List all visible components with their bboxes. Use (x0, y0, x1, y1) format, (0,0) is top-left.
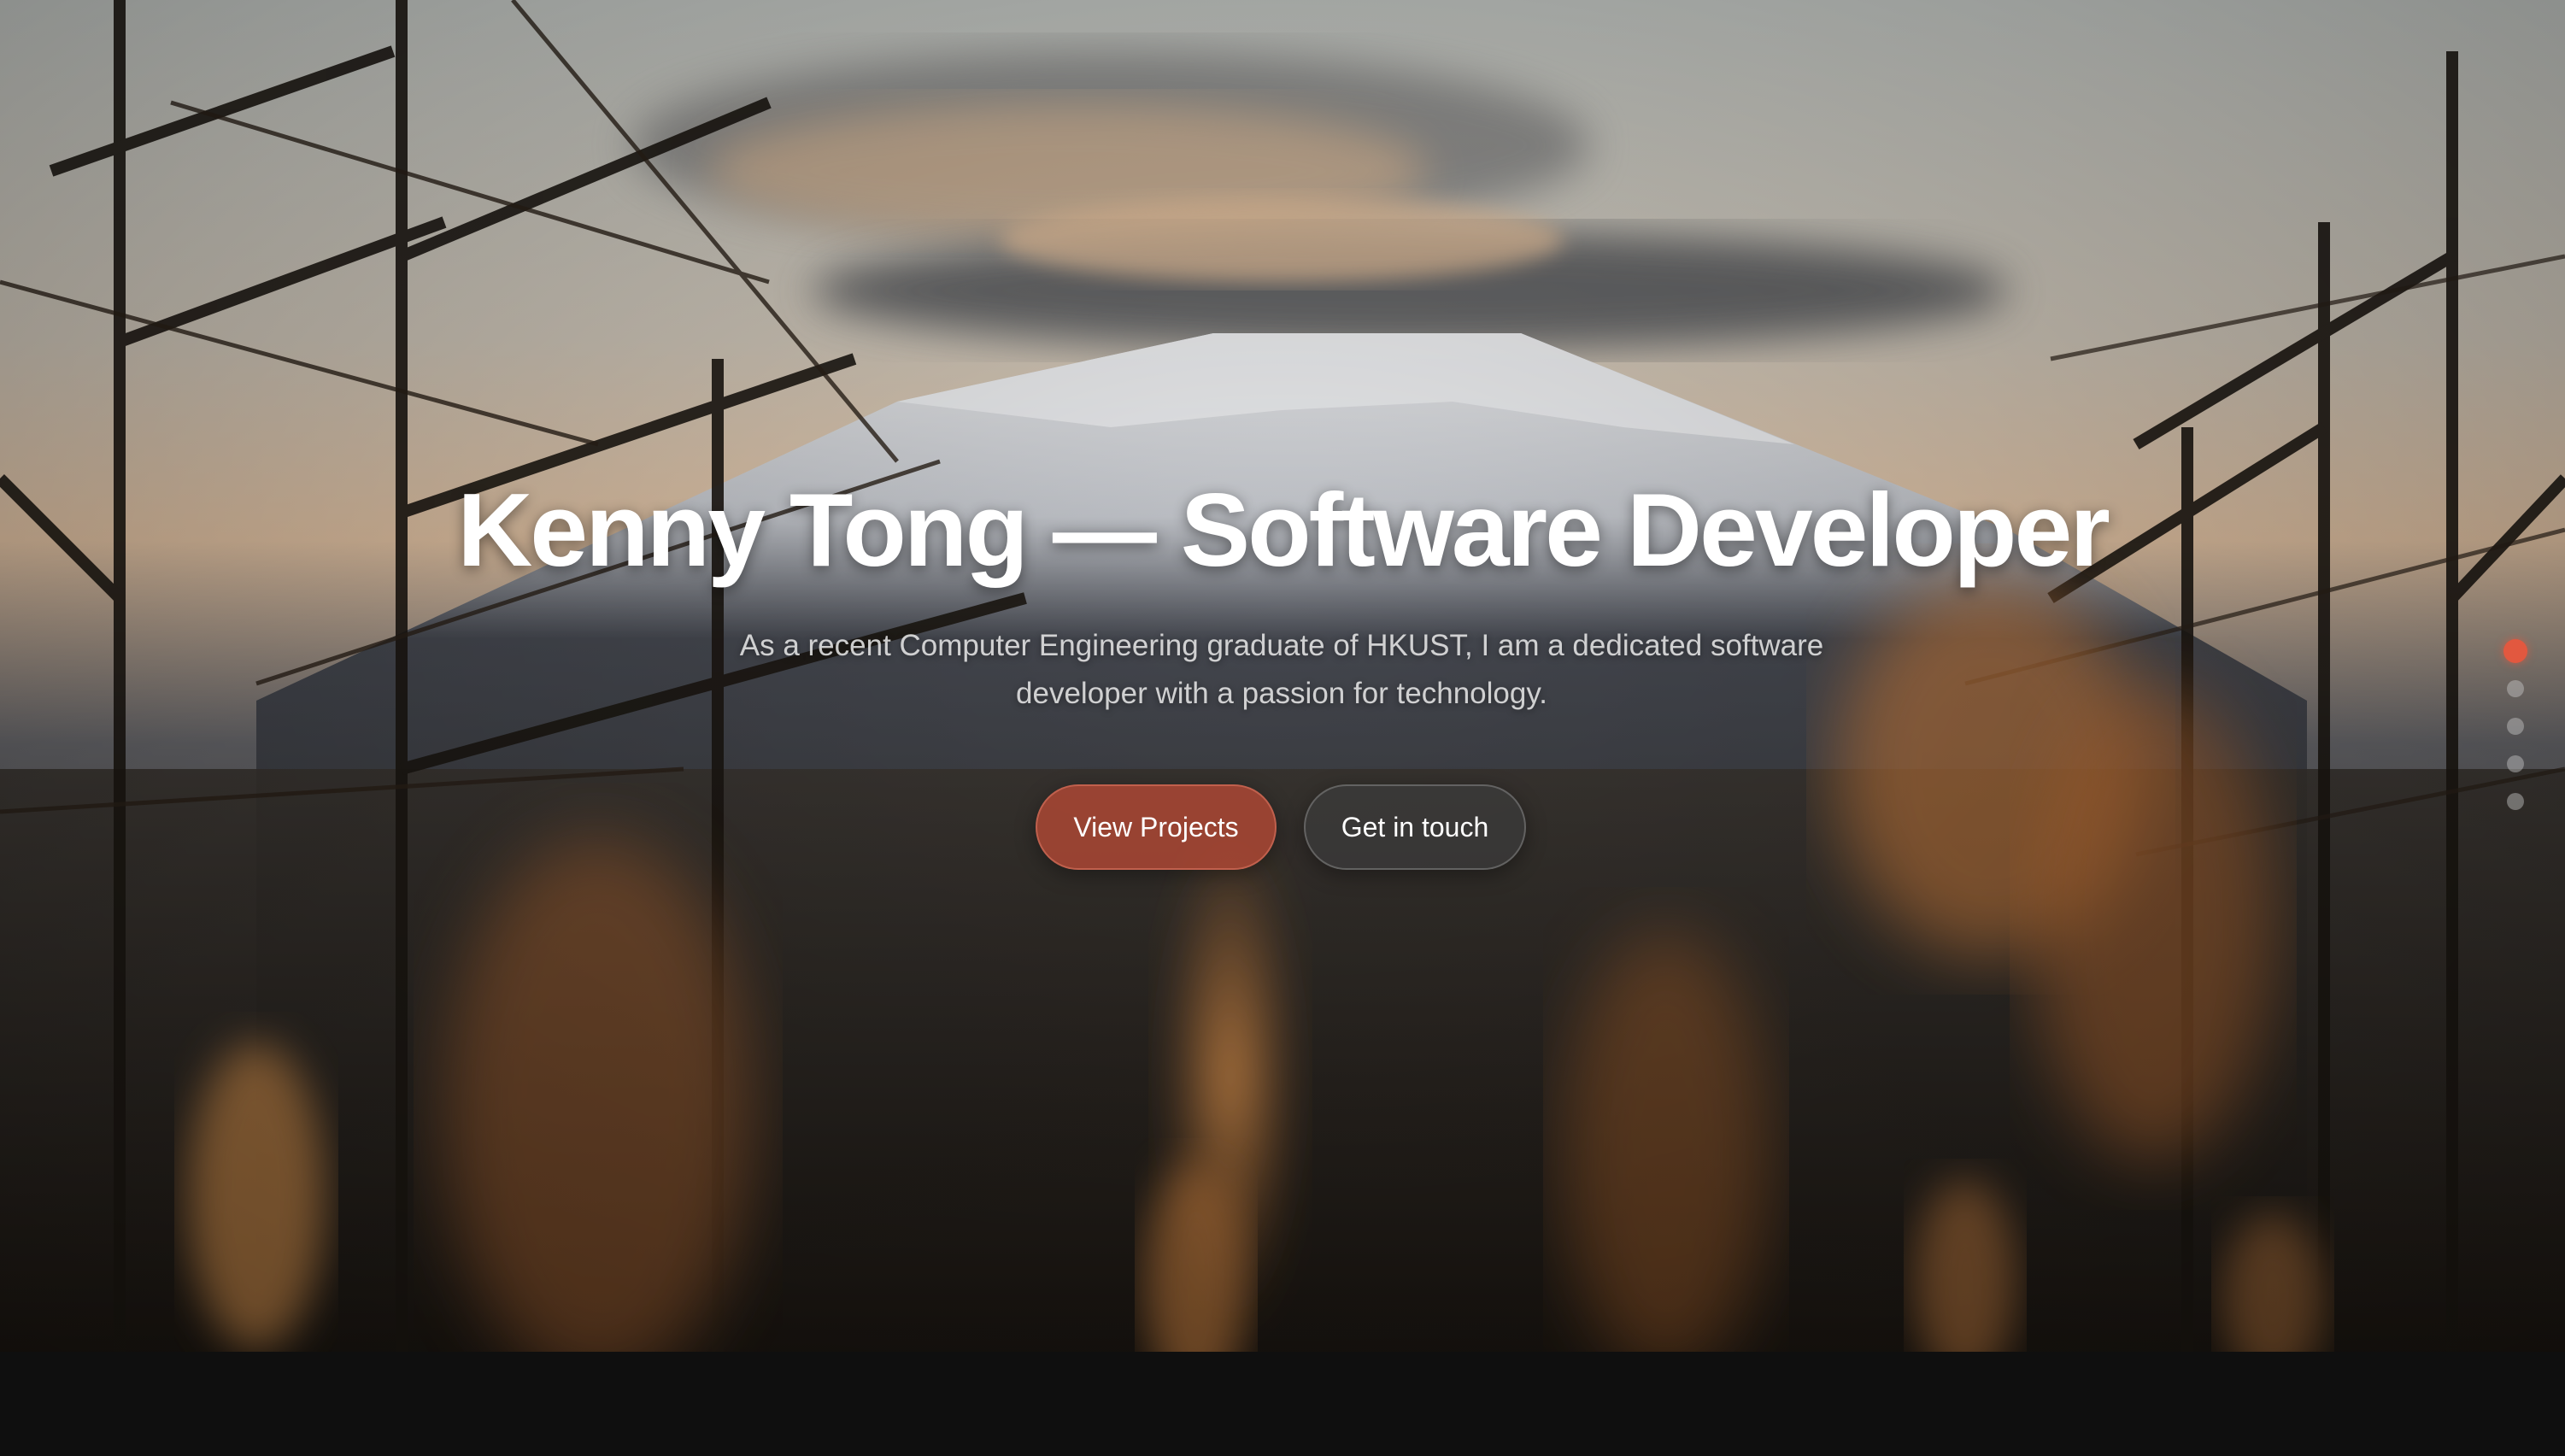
view-projects-label: View Projects (1073, 811, 1239, 842)
section-dot-4[interactable] (2507, 755, 2524, 772)
page-footer-band (0, 1352, 2565, 1456)
section-dot-1[interactable] (2503, 639, 2527, 663)
view-projects-button[interactable]: View Projects (1036, 784, 1277, 870)
section-dot-5[interactable] (2507, 793, 2524, 810)
hero-section: Kenny Tong — Software Developer As a rec… (0, 0, 2565, 1352)
hero-subtitle: As a recent Computer Engineering graduat… (739, 629, 1824, 710)
section-dot-2[interactable] (2507, 680, 2524, 697)
page-title: Kenny Tong — Software Developer (457, 472, 2110, 588)
get-in-touch-button[interactable]: Get in touch (1304, 784, 1526, 870)
hero-content: Kenny Tong — Software Developer As a rec… (0, 0, 2565, 1352)
get-in-touch-label: Get in touch (1341, 811, 1489, 842)
section-nav-dots (2503, 639, 2527, 831)
section-dot-3[interactable] (2507, 718, 2524, 735)
